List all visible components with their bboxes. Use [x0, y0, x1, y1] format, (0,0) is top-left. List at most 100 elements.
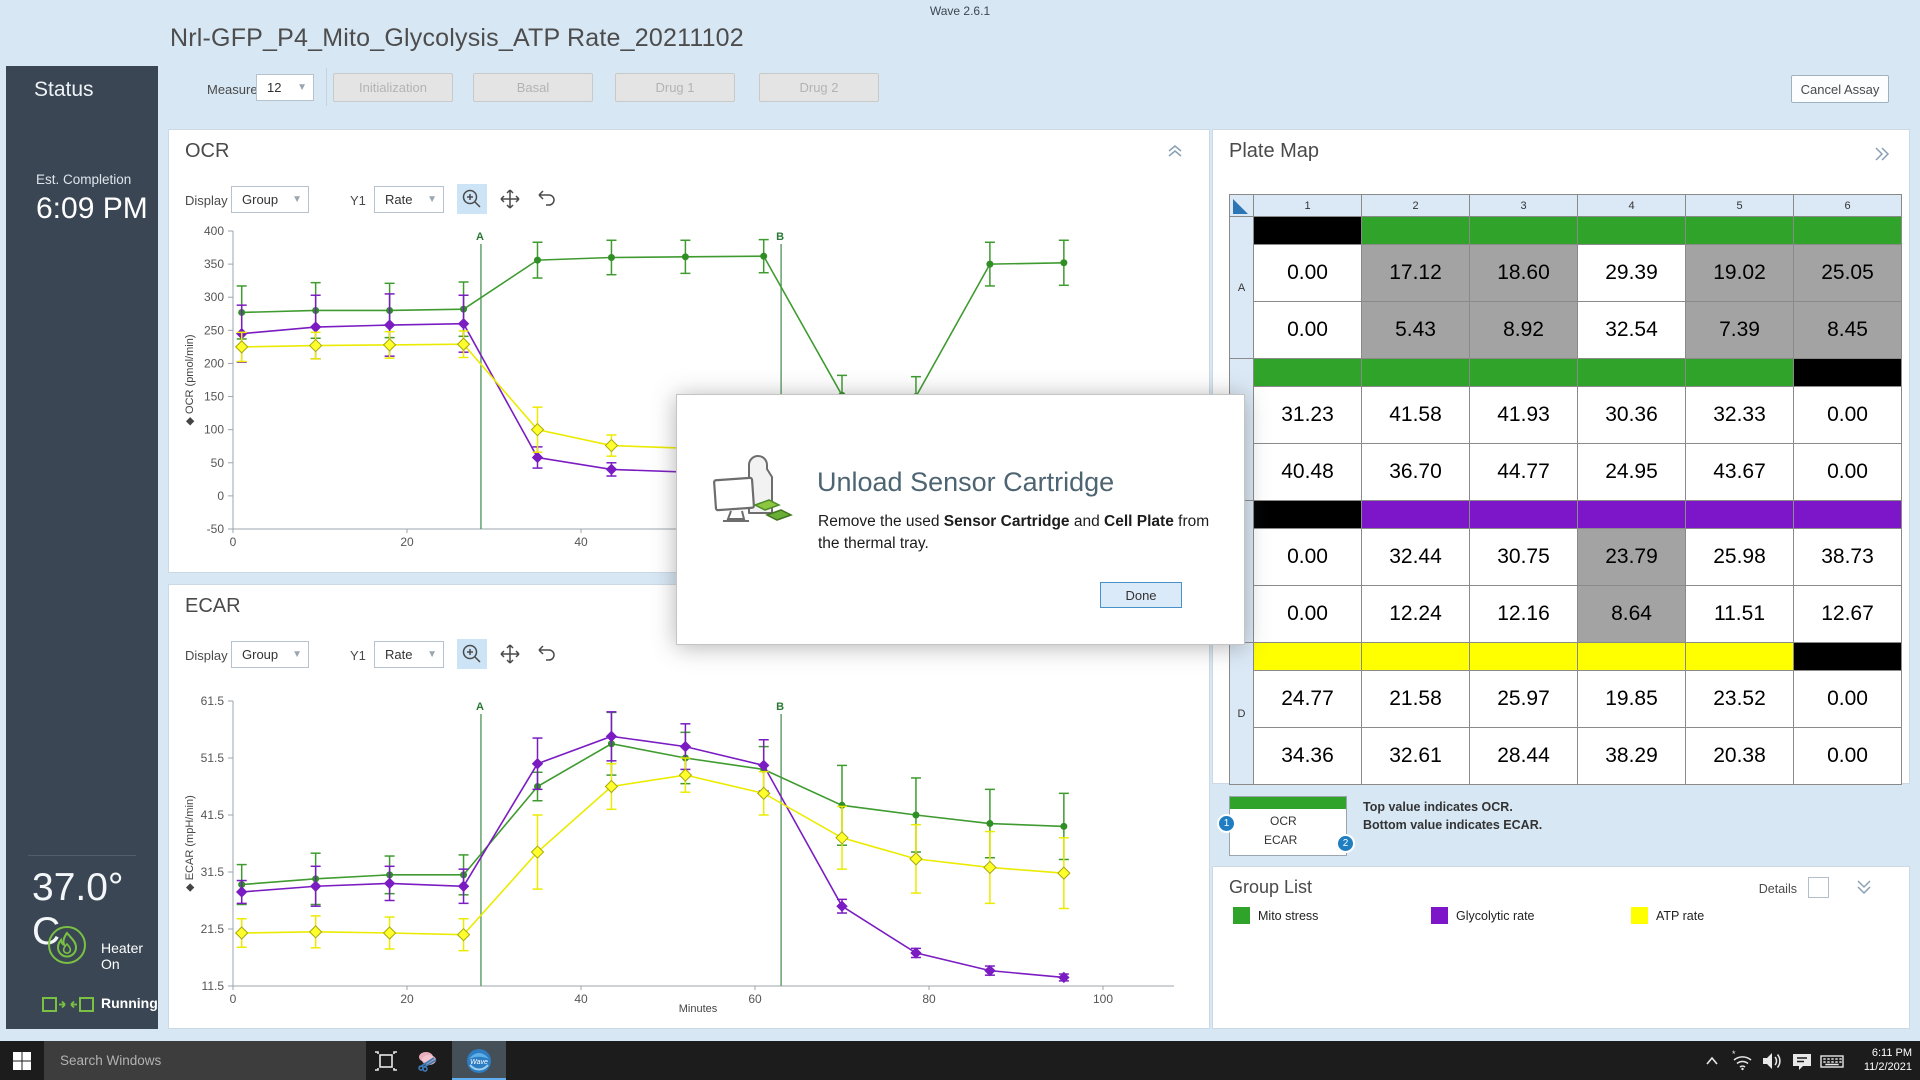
well-ecar-value[interactable]: 12.67	[1794, 586, 1902, 643]
well-ecar-value[interactable]: 43.67	[1686, 444, 1794, 501]
well-group-strip[interactable]	[1578, 501, 1686, 529]
well-group-strip[interactable]	[1470, 643, 1578, 671]
well-ecar-value[interactable]: 38.29	[1578, 728, 1686, 785]
well-ocr-value[interactable]: 0.00	[1254, 529, 1362, 586]
plate-row-label[interactable]: A	[1230, 217, 1254, 359]
well-ocr-value[interactable]: 30.75	[1470, 529, 1578, 586]
well-ocr-value[interactable]: 18.60	[1470, 245, 1578, 302]
well-group-strip[interactable]	[1254, 217, 1362, 245]
collapse-panel-icon[interactable]	[1167, 144, 1183, 163]
well-ocr-value[interactable]: 29.39	[1578, 245, 1686, 302]
done-button[interactable]: Done	[1100, 582, 1182, 608]
well-group-strip[interactable]	[1254, 359, 1362, 387]
well-group-strip[interactable]	[1470, 217, 1578, 245]
well-group-strip[interactable]	[1362, 359, 1470, 387]
snipping-tool-icon[interactable]	[408, 1041, 448, 1080]
details-checkbox[interactable]	[1808, 877, 1829, 898]
plate-column-header[interactable]: 1	[1254, 195, 1362, 217]
touch-keyboard-icon[interactable]	[1812, 1041, 1852, 1080]
task-view-icon[interactable]	[366, 1041, 406, 1080]
well-ecar-value[interactable]: 20.38	[1686, 728, 1794, 785]
well-ocr-value[interactable]: 38.73	[1794, 529, 1902, 586]
well-ecar-value[interactable]: 34.36	[1254, 728, 1362, 785]
well-group-strip[interactable]	[1686, 217, 1794, 245]
well-ocr-value[interactable]: 23.79	[1578, 529, 1686, 586]
undo-zoom-button[interactable]	[531, 184, 561, 214]
phase-button-basal[interactable]: Basal	[473, 73, 593, 102]
wave-app-taskbar-icon[interactable]: Wave	[452, 1041, 506, 1080]
well-ocr-value[interactable]: 25.05	[1794, 245, 1902, 302]
well-ocr-value[interactable]: 17.12	[1362, 245, 1470, 302]
undo-zoom-button[interactable]	[531, 639, 561, 669]
measurement-dropdown[interactable]: 12 ▼	[256, 74, 314, 101]
well-ecar-value[interactable]: 0.00	[1794, 444, 1902, 501]
well-ocr-value[interactable]: 25.97	[1470, 671, 1578, 728]
well-group-strip[interactable]	[1362, 643, 1470, 671]
group-list-item[interactable]: Mito stress	[1233, 907, 1318, 924]
well-ecar-value[interactable]: 7.39	[1686, 302, 1794, 359]
well-ocr-value[interactable]: 21.58	[1362, 671, 1470, 728]
well-ecar-value[interactable]: 0.00	[1794, 728, 1902, 785]
plate-column-header[interactable]: 4	[1578, 195, 1686, 217]
display-dropdown[interactable]: Group ▼	[231, 186, 309, 213]
ecar-chart[interactable]: 11.521.531.541.551.561.5020406080100◆ EC…	[169, 585, 1211, 1030]
well-ocr-value[interactable]: 32.33	[1686, 387, 1794, 444]
well-ocr-value[interactable]: 25.98	[1686, 529, 1794, 586]
well-ocr-value[interactable]: 0.00	[1794, 387, 1902, 444]
well-ocr-value[interactable]: 19.85	[1578, 671, 1686, 728]
well-ecar-value[interactable]: 0.00	[1254, 586, 1362, 643]
well-ocr-value[interactable]: 0.00	[1254, 245, 1362, 302]
well-ocr-value[interactable]: 41.93	[1470, 387, 1578, 444]
well-group-strip[interactable]	[1794, 643, 1902, 671]
well-group-strip[interactable]	[1686, 359, 1794, 387]
well-ocr-value[interactable]: 41.58	[1362, 387, 1470, 444]
plate-column-header[interactable]: 6	[1794, 195, 1902, 217]
cancel-assay-button[interactable]: Cancel Assay	[1791, 75, 1889, 103]
well-group-strip[interactable]	[1254, 501, 1362, 529]
well-group-strip[interactable]	[1362, 501, 1470, 529]
well-ecar-value[interactable]: 32.61	[1362, 728, 1470, 785]
well-group-strip[interactable]	[1578, 643, 1686, 671]
well-ecar-value[interactable]: 11.51	[1686, 586, 1794, 643]
well-group-strip[interactable]	[1794, 217, 1902, 245]
search-input[interactable]: Search Windows	[44, 1041, 366, 1080]
plate-column-header[interactable]: 2	[1362, 195, 1470, 217]
y1-dropdown[interactable]: Rate ▼	[374, 641, 444, 668]
well-ecar-value[interactable]: 32.54	[1578, 302, 1686, 359]
start-button[interactable]	[0, 1041, 44, 1080]
phase-button-drug2[interactable]: Drug 2	[759, 73, 879, 102]
well-group-strip[interactable]	[1470, 501, 1578, 529]
pan-tool-button[interactable]	[495, 184, 525, 214]
well-ocr-value[interactable]: 24.77	[1254, 671, 1362, 728]
well-ecar-value[interactable]: 0.00	[1254, 302, 1362, 359]
zoom-in-tool-button[interactable]	[457, 639, 487, 669]
well-group-strip[interactable]	[1470, 359, 1578, 387]
zoom-in-tool-button[interactable]	[457, 184, 487, 214]
well-group-strip[interactable]	[1254, 643, 1362, 671]
well-ecar-value[interactable]: 36.70	[1362, 444, 1470, 501]
taskbar-clock[interactable]: 6:11 PM 11/2/2021	[1864, 1046, 1912, 1074]
well-group-strip[interactable]	[1686, 501, 1794, 529]
well-ecar-value[interactable]: 8.92	[1470, 302, 1578, 359]
plate-column-header[interactable]: 5	[1686, 195, 1794, 217]
y1-dropdown[interactable]: Rate ▼	[374, 186, 444, 213]
expand-panel-icon[interactable]	[1873, 146, 1891, 167]
well-group-strip[interactable]	[1578, 359, 1686, 387]
well-ecar-value[interactable]: 28.44	[1470, 728, 1578, 785]
well-ecar-value[interactable]: 5.43	[1362, 302, 1470, 359]
group-list-item[interactable]: Glycolytic rate	[1431, 907, 1535, 924]
well-ecar-value[interactable]: 8.45	[1794, 302, 1902, 359]
well-ecar-value[interactable]: 12.24	[1362, 586, 1470, 643]
plate-row-label[interactable]: D	[1230, 643, 1254, 785]
well-ocr-value[interactable]: 0.00	[1794, 671, 1902, 728]
display-dropdown[interactable]: Group ▼	[231, 641, 309, 668]
well-group-strip[interactable]	[1686, 643, 1794, 671]
well-ecar-value[interactable]: 44.77	[1470, 444, 1578, 501]
group-list-item[interactable]: ATP rate	[1631, 907, 1704, 924]
well-group-strip[interactable]	[1578, 217, 1686, 245]
well-ocr-value[interactable]: 30.36	[1578, 387, 1686, 444]
phase-button-initialization[interactable]: Initialization	[333, 73, 453, 102]
chevron-double-down-icon[interactable]	[1855, 879, 1873, 900]
well-group-strip[interactable]	[1794, 359, 1902, 387]
well-ocr-value[interactable]: 23.52	[1686, 671, 1794, 728]
